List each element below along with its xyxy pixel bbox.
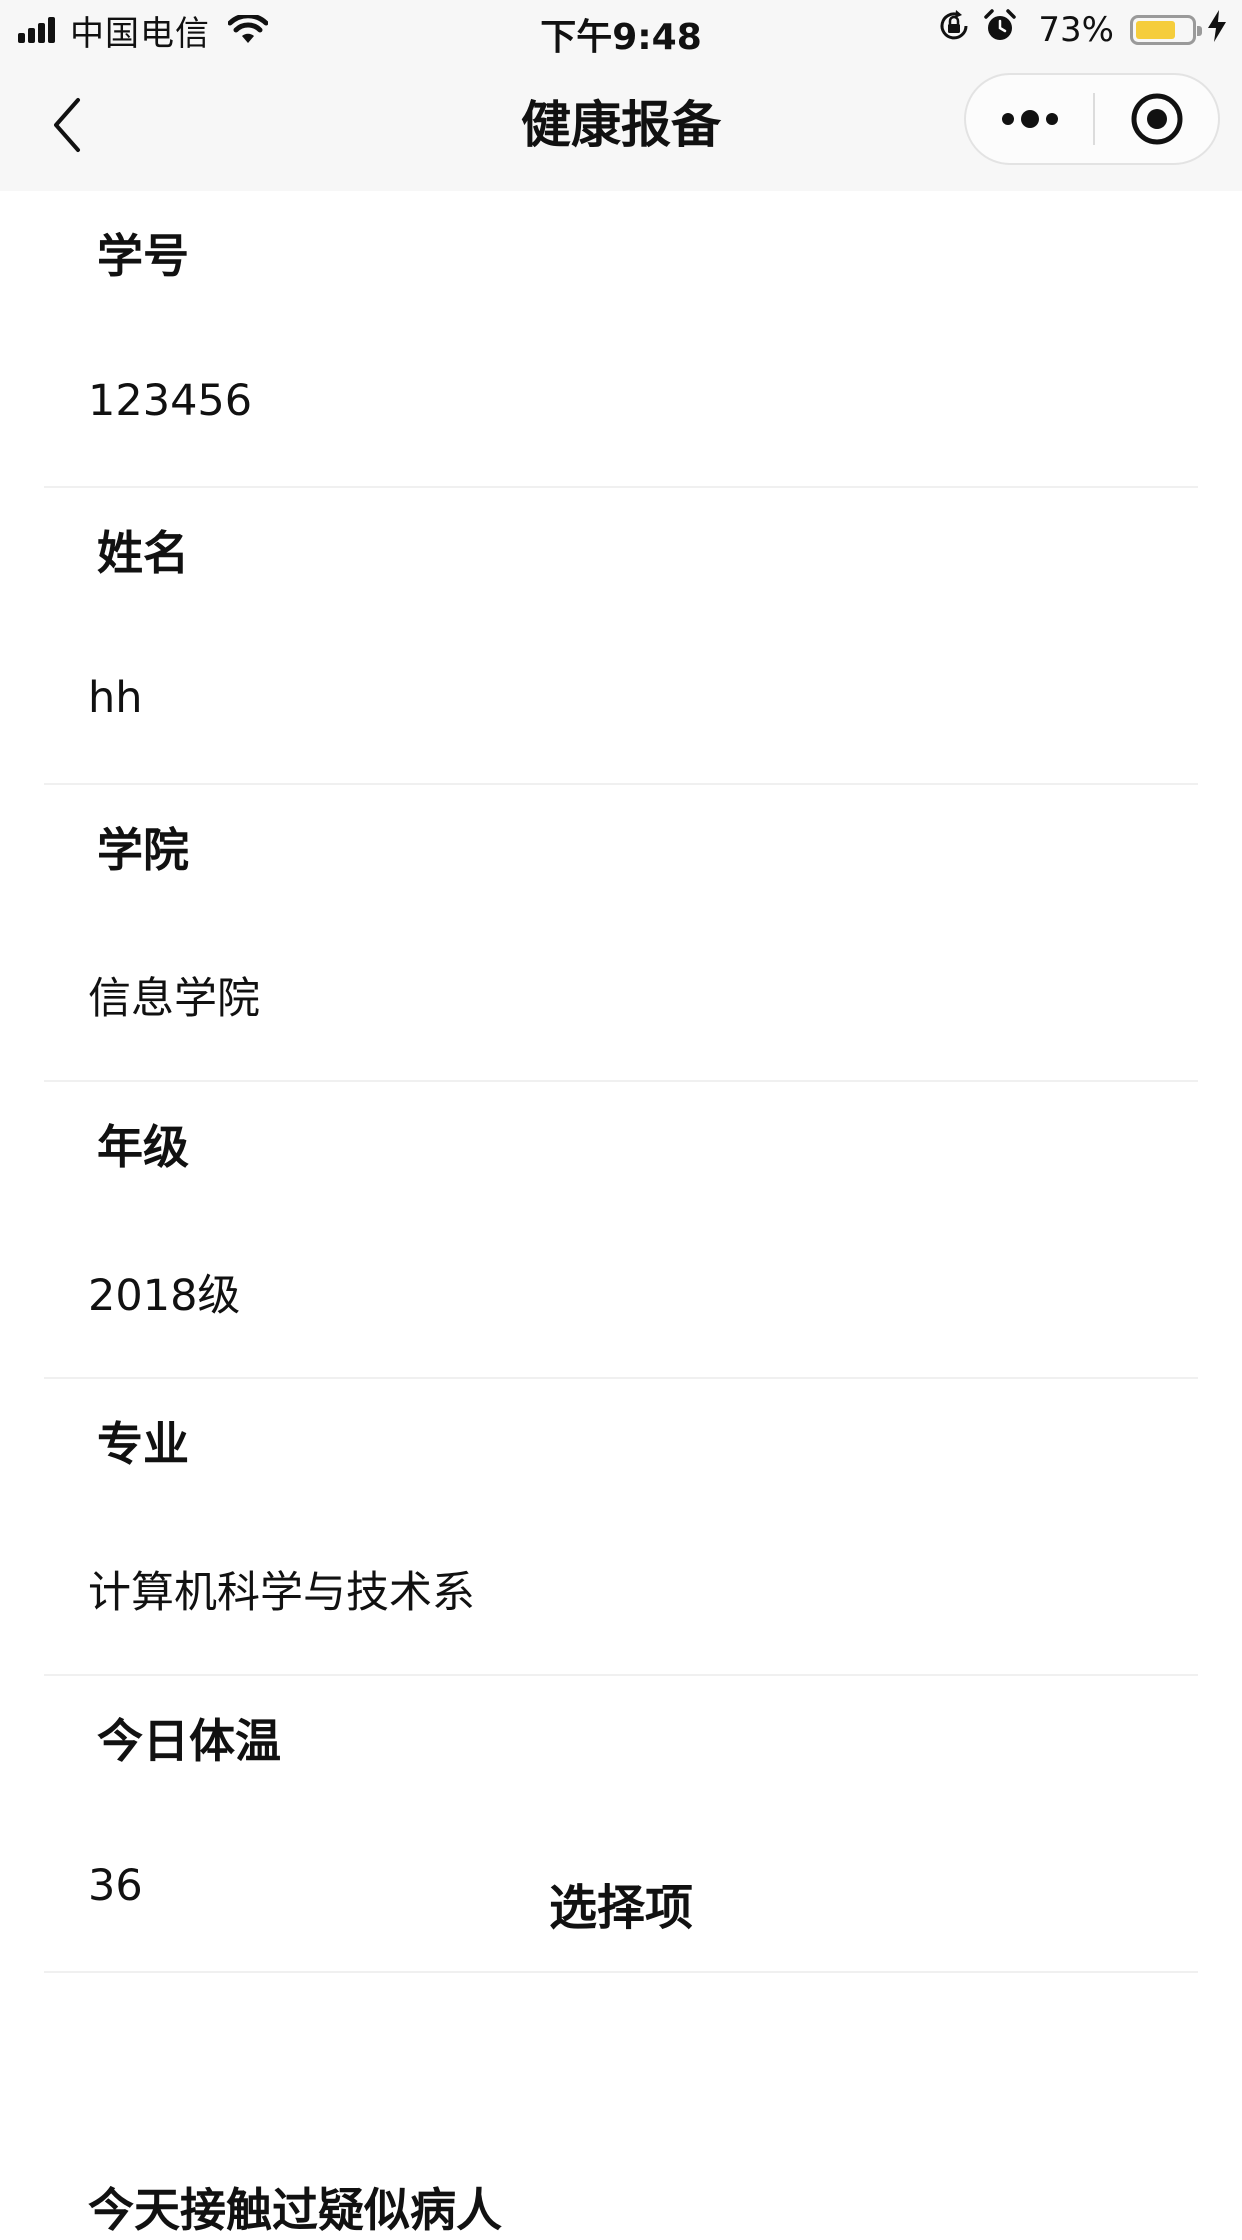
nav-bar: 健康报备 <box>0 60 1242 191</box>
close-mini-program-button[interactable] <box>1095 75 1218 163</box>
field-major: 专业 <box>44 1379 1198 1676</box>
field-label: 学号 <box>97 229 189 283</box>
charging-icon <box>1206 9 1228 52</box>
field-label: 学院 <box>97 823 189 877</box>
status-right: 73% <box>936 8 1228 53</box>
battery-percent: 73% <box>1038 10 1114 50</box>
status-bar: 中国电信 下午9:48 73% <box>0 0 1242 60</box>
form-content: 学号 姓名 学院 年级 专业 今日体温 <box>0 191 1242 1973</box>
field-student-id: 学号 <box>44 191 1198 488</box>
battery-icon <box>1130 15 1202 45</box>
chevron-left-icon <box>54 98 80 152</box>
more-dots-icon <box>1001 110 1058 128</box>
field-label: 专业 <box>97 1417 189 1471</box>
field-label: 今日体温 <box>97 1714 281 1768</box>
major-input[interactable] <box>88 1559 1188 1619</box>
field-label: 姓名 <box>97 526 189 580</box>
more-button[interactable] <box>966 75 1093 163</box>
college-input[interactable] <box>88 965 1188 1025</box>
back-button[interactable] <box>44 90 94 160</box>
mini-program-capsule <box>964 73 1220 165</box>
field-label: 年级 <box>97 1120 189 1174</box>
student-id-input[interactable] <box>88 371 1188 431</box>
target-circle-icon <box>1131 93 1182 145</box>
field-college: 学院 <box>44 785 1198 1082</box>
field-grade: 年级 <box>44 1082 1198 1379</box>
rotation-lock-icon <box>936 8 972 53</box>
name-input[interactable] <box>88 668 1188 728</box>
next-question-label: 今天接触过疑似病人 <box>88 2183 502 2237</box>
field-name: 姓名 <box>44 488 1198 785</box>
section-title: 选择项 <box>548 1880 693 1936</box>
battery-tip <box>1197 26 1202 36</box>
battery-level-fill <box>1136 21 1176 39</box>
alarm-icon <box>982 8 1018 53</box>
grade-input[interactable] <box>88 1262 1188 1322</box>
